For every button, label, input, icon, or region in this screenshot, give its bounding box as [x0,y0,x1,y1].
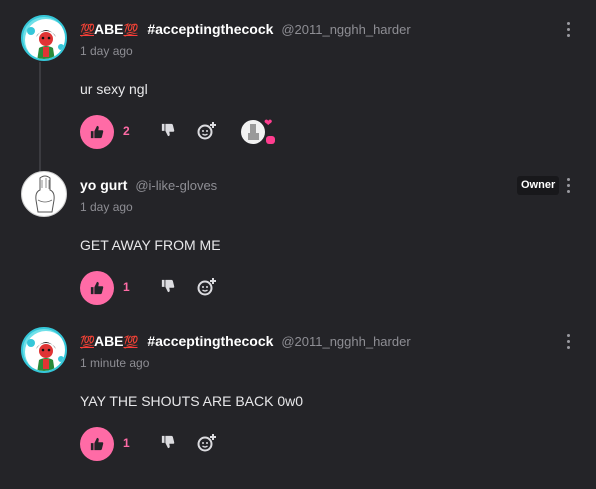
avatar-image [25,19,65,59]
like-count: 1 [123,280,130,294]
author-name[interactable]: ABE [94,21,124,37]
like-button[interactable] [80,115,114,149]
more-options-icon[interactable] [566,22,572,38]
avatar[interactable] [21,327,67,373]
thumbs-up-icon [90,281,104,295]
comment-header: 💯ABE💯 #acceptingthecock @2011_ngghh_hard… [80,333,411,349]
thread-line [39,62,41,180]
timestamp: 1 minute ago [80,356,150,370]
reaction-chip[interactable]: ❤ [236,118,276,146]
comment-header: yo gurt @i-like-gloves [80,177,217,193]
thumbs-down-icon [161,279,175,293]
author-handle[interactable]: @2011_ngghh_harder [281,334,410,349]
avatar[interactable] [21,171,67,217]
heart-badge-icon [266,136,275,144]
author-name[interactable]: yo gurt [80,177,127,193]
thumbs-down-icon [161,435,175,449]
more-options-icon[interactable] [566,334,572,350]
badge-100-icon: 💯 [123,23,139,37]
like-count: 1 [123,436,130,450]
thumbs-down-icon [161,123,175,137]
thumbs-up-icon [90,437,104,451]
add-reaction-icon [197,122,216,140]
timestamp: 1 day ago [80,200,133,214]
badge-100-icon: 💯 [80,335,95,349]
thumbs-up-icon [90,125,104,139]
heart-icon: ❤ [264,118,273,129]
more-options-icon[interactable] [566,178,572,194]
avatar-image [25,331,65,371]
owner-badge: Owner [517,176,560,195]
avatar-image [35,175,55,213]
group-tag[interactable]: #acceptingthecock [147,333,273,349]
dislike-button[interactable] [161,123,177,139]
add-reaction-button[interactable] [197,433,217,453]
comment-header: 💯ABE💯 #acceptingthecock @2011_ngghh_hard… [80,21,411,37]
add-reaction-icon [197,278,216,296]
author-handle[interactable]: @i-like-gloves [135,178,217,193]
dislike-button[interactable] [161,279,177,295]
add-reaction-icon [197,434,216,452]
like-button[interactable] [80,271,114,305]
comment-text: ur sexy ngl [80,81,148,97]
like-count: 2 [123,124,130,138]
author-name[interactable]: ABE [94,333,124,349]
like-button[interactable] [80,427,114,461]
reactor-avatar [241,120,265,144]
timestamp: 1 day ago [80,44,133,58]
group-tag[interactable]: #acceptingthecock [147,21,273,37]
badge-100-icon: 💯 [123,335,139,349]
add-reaction-button[interactable] [197,277,217,297]
badge-100-icon: 💯 [80,23,95,37]
comment-text: GET AWAY FROM ME [80,237,221,253]
author-handle[interactable]: @2011_ngghh_harder [281,22,410,37]
dislike-button[interactable] [161,435,177,451]
avatar[interactable] [21,15,67,61]
comment-text: YAY THE SHOUTS ARE BACK 0w0 [80,393,304,409]
add-reaction-button[interactable] [197,121,217,141]
